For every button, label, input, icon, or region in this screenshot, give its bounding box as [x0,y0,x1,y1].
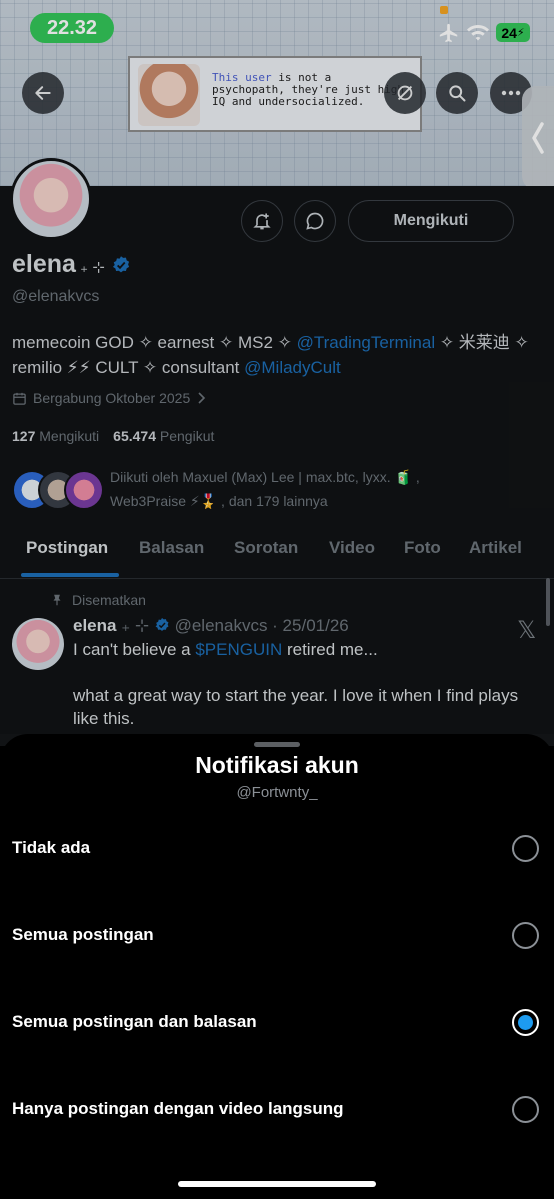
radio-button[interactable] [512,922,539,949]
verified-badge-icon [112,256,129,273]
profile-bio: memecoin GOD ✧ earnest ✧ MS2 ✧ @TradingT… [12,333,529,377]
follow-stats: 127 Mengikuti 65.474 Pengikut [12,428,214,444]
radio-button[interactable] [512,1096,539,1123]
airplane-icon [439,23,458,43]
pinned-label: Disematkan [50,592,146,608]
chevron-right-icon [198,392,206,404]
calendar-icon [13,392,26,405]
tab-video[interactable]: Video [329,538,375,558]
notification-sheet: Notifikasi akun @Fortwnty_ Tidak ada Sem… [0,734,554,1199]
option-live-video-only[interactable]: Hanya postingan dengan video langsung [0,1080,554,1140]
followers-stat[interactable]: 65.474 Pengikut [113,428,214,444]
post-header: elena ₊ ⊹ @elenakvcs · 25/01/26 [73,616,349,635]
more-icon [501,90,521,96]
notifications-button[interactable] [241,200,283,242]
chat-bubble-icon [306,212,324,230]
option-label: Hanya postingan dengan video langsung [12,1099,344,1118]
tab-balasan[interactable]: Balasan [139,538,204,558]
message-button[interactable] [294,200,336,242]
home-indicator[interactable] [178,1181,376,1187]
battery-indicator: 24 ⚡ [496,23,530,42]
option-all-posts-and-replies[interactable]: Semua postingan dan balasan [0,993,554,1053]
tab-postingan[interactable]: Postingan [26,538,108,558]
profile-name: elena ₊ ⊹ [12,250,131,279]
option-label: Semua postingan dan balasan [12,1012,257,1031]
grok-icon [397,85,413,101]
post-text-line: I can't believe a $PENGUIN retired me... [73,640,378,659]
chevron-left-icon [532,122,544,154]
wifi-icon [467,25,489,41]
tab-foto[interactable]: Foto [404,538,441,558]
following-stat[interactable]: 127 Mengikuti [12,428,99,444]
post-body: what a great way to start the year. I lo… [73,686,519,728]
search-button[interactable] [436,72,478,114]
arrow-left-icon [35,86,51,100]
bell-plus-icon [253,213,271,230]
sheet-grabber[interactable] [254,742,300,747]
bio-link-miladycult[interactable]: @MiladyCult [244,358,341,377]
search-icon [449,85,466,102]
option-label: Tidak ada [12,838,91,857]
radio-button-selected[interactable] [512,1009,539,1036]
grok-button[interactable] [384,72,426,114]
banner-note-image: This user is not a psychopath, they're j… [128,56,422,132]
followed-by-avatars[interactable] [12,470,104,510]
sheet-title: Notifikasi akun [195,752,359,778]
cashtag-link[interactable]: $PENGUIN [195,640,282,659]
follower-avatar [64,470,104,510]
back-button[interactable] [22,72,64,114]
side-panel-handle[interactable] [522,86,554,190]
following-button[interactable]: Mengikuti [348,200,514,242]
active-tab-indicator [21,573,119,577]
post-author-avatar[interactable] [12,618,64,670]
banner-note-text: This user is not a psychopath, they're j… [212,71,405,108]
verified-badge-icon [155,618,169,631]
option-all-posts[interactable]: Semua postingan [0,906,554,966]
screen: This user is not a psychopath, they're j… [0,0,554,1199]
sheet-subtitle: @Fortwnty_ [236,784,318,801]
profile-tabs: Postingan Balasan Sorotan Video Foto Art… [0,526,554,579]
profile-avatar[interactable] [10,158,92,240]
radio-button[interactable] [512,835,539,862]
followed-by-text[interactable]: Diikuti oleh Maxuel (Max) Lee | max.btc,… [110,465,490,513]
joined-date[interactable]: Bergabung Oktober 2025 [12,390,206,406]
banner-character-image [138,64,200,126]
pin-icon [53,594,61,606]
profile-handle: @elenakvcs [12,288,100,305]
x-logo-icon: 𝕏 [517,616,537,644]
option-none[interactable]: Tidak ada [0,819,554,879]
status-time: 22.32 [30,13,114,43]
privacy-indicator [440,6,448,14]
scrollbar[interactable] [546,578,550,626]
tab-artikel[interactable]: Artikel [469,538,522,558]
bio-link-tradingterminal[interactable]: @TradingTerminal [297,333,436,352]
tab-sorotan[interactable]: Sorotan [234,538,298,558]
option-label: Semua postingan [12,925,154,944]
